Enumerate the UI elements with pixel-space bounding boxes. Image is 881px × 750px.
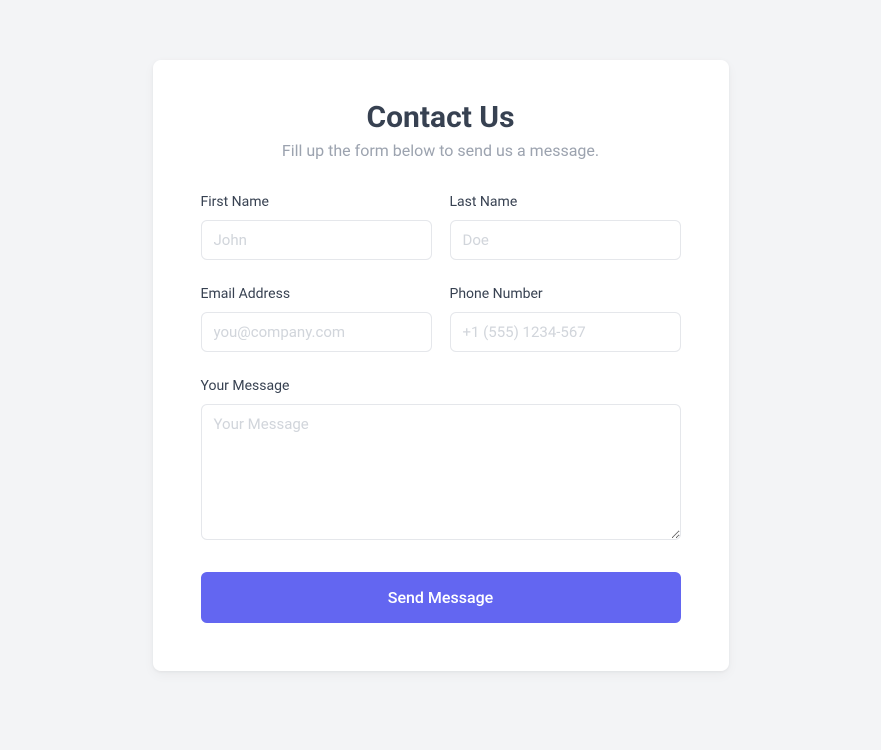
first-name-label: First Name [201, 194, 432, 210]
first-name-input[interactable] [201, 220, 432, 260]
contact-card: Contact Us Fill up the form below to sen… [153, 60, 729, 671]
phone-field-group: Phone Number [450, 286, 681, 352]
message-row: Your Message [201, 378, 681, 540]
phone-label: Phone Number [450, 286, 681, 302]
email-field-group: Email Address [201, 286, 432, 352]
message-label: Your Message [201, 378, 681, 394]
last-name-field-group: Last Name [450, 194, 681, 260]
page-title: Contact Us [201, 100, 681, 135]
message-field-group: Your Message [201, 378, 681, 540]
email-input[interactable] [201, 312, 432, 352]
phone-input[interactable] [450, 312, 681, 352]
email-label: Email Address [201, 286, 432, 302]
last-name-input[interactable] [450, 220, 681, 260]
contact-row: Email Address Phone Number [201, 286, 681, 352]
page-subtitle: Fill up the form below to send us a mess… [201, 141, 681, 160]
message-textarea[interactable] [201, 404, 681, 540]
first-name-field-group: First Name [201, 194, 432, 260]
send-message-button[interactable]: Send Message [201, 572, 681, 623]
name-row: First Name Last Name [201, 194, 681, 260]
last-name-label: Last Name [450, 194, 681, 210]
